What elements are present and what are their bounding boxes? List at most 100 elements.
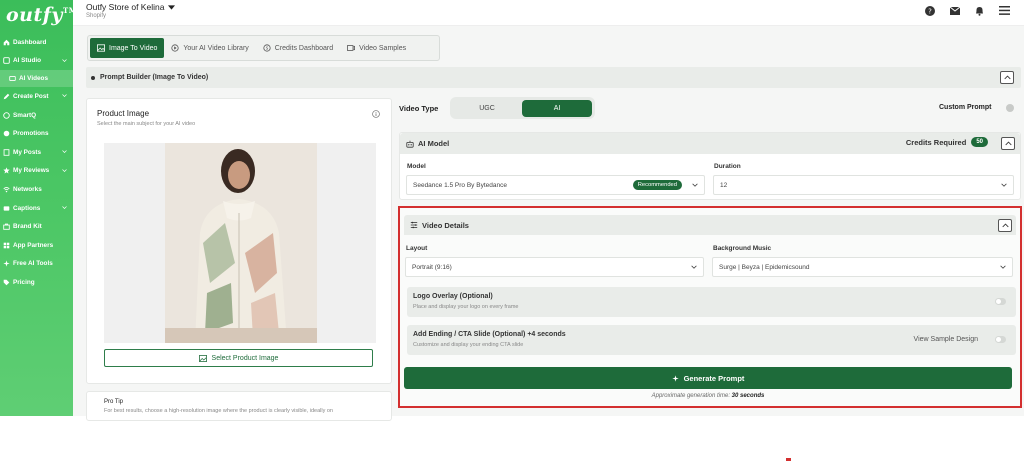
chevron-down-icon <box>62 58 67 62</box>
pro-tip-text: For best results, choose a high-resoluti… <box>104 408 333 414</box>
sidebar-item-brand-kit[interactable]: Brand Kit <box>0 217 73 236</box>
sidebar-item-label: AI Videos <box>19 75 49 83</box>
annotation-mark <box>786 458 791 461</box>
tab-video-samples[interactable]: Video Samples <box>340 38 413 58</box>
sidebar-item-create-post[interactable]: Create Post <box>0 87 73 106</box>
pencil-icon <box>3 93 10 100</box>
ai-model-header: AI Model Credits Required 50 <box>400 133 1020 154</box>
partners-icon <box>3 242 10 249</box>
logo-overlay-title: Logo Overlay (Optional) <box>413 293 493 300</box>
model-jacket-image <box>165 143 317 343</box>
svg-text:$: $ <box>266 46 269 51</box>
star-icon <box>3 167 10 174</box>
ending-cta-title: Add Ending / CTA Slide (Optional) +4 sec… <box>413 331 566 338</box>
sparkle-icon <box>671 374 679 382</box>
sidebar-item-ai-videos[interactable]: AI Videos <box>0 70 73 88</box>
video-icon <box>9 75 16 82</box>
layout-label: Layout <box>406 245 428 252</box>
chevron-down-icon <box>62 168 67 172</box>
topbar-icons: ? <box>924 5 1010 16</box>
duration-select[interactable]: 12 <box>713 175 1014 195</box>
tab-image-to-video[interactable]: Image To Video <box>90 38 165 58</box>
chevron-down-icon <box>1001 183 1007 187</box>
chevron-down-icon <box>62 206 67 209</box>
sidebar-item-label: Create Post <box>13 92 49 100</box>
sidebar-item-label: Captions <box>13 204 41 212</box>
sidebar-item-label: AI Studio <box>13 57 42 65</box>
chevron-down-icon <box>692 183 698 187</box>
pro-tip-card: Pro Tip For best results, choose a high-… <box>86 391 392 421</box>
sidebar-nav: Dashboard AI Studio AI Videos Create Pos… <box>0 33 73 292</box>
sidebar-item-promotions[interactable]: Promotions <box>0 124 73 143</box>
sidebar-item-networks[interactable]: Networks <box>0 180 73 199</box>
logo-overlay-toggle[interactable] <box>995 298 1006 305</box>
sidebar-item-free-ai-tools[interactable]: Free AI Tools <box>0 255 73 274</box>
tab-credits-dashboard[interactable]: $ Credits Dashboard <box>256 38 340 58</box>
captions-icon <box>3 205 10 212</box>
home-icon <box>3 39 10 46</box>
video-type-ugc-option[interactable]: UGC <box>452 100 522 117</box>
sidebar-item-smartq[interactable]: SmartQ <box>0 106 73 125</box>
background-music-value: Surge | Beyza | Epidemicsound <box>719 263 810 271</box>
model-select[interactable]: Seedance 1.5 Pro By Bytedance Recommende… <box>406 175 705 195</box>
sidebar-item-pricing[interactable]: Pricing <box>0 273 73 292</box>
credits-required: Credits Required 50 <box>906 137 988 147</box>
sidebar-item-label: Networks <box>13 185 42 193</box>
credits-label: Credits Required <box>905 137 967 147</box>
video-details-highlight: Video Details Layout Portrait (9:16) Bac… <box>398 206 1022 408</box>
sidebar-item-my-posts[interactable]: My Posts <box>0 143 73 162</box>
background-music-select[interactable]: Surge | Beyza | Epidemicsound <box>712 257 1013 277</box>
sidebar-item-label: Dashboard <box>13 38 47 46</box>
bell-icon[interactable] <box>974 5 985 16</box>
select-product-image-button[interactable]: Select Product Image <box>104 349 373 367</box>
topbar: Outfy Store of Kelina Shopify ? <box>73 0 1024 26</box>
outfy-logo[interactable]: outfyTM <box>6 4 77 26</box>
tab-video-library[interactable]: Your AI Video Library <box>164 38 255 58</box>
sidebar-item-captions[interactable]: Captions <box>0 199 73 218</box>
ai-model-collapse-button[interactable] <box>1001 137 1015 150</box>
sidebar-item-label: Free AI Tools <box>13 260 53 268</box>
logo-overlay-row: Logo Overlay (Optional) Place and displa… <box>407 287 1016 317</box>
model-label: Model <box>407 163 426 170</box>
recommended-badge: Recommended <box>632 180 682 190</box>
generate-prompt-button[interactable]: Generate Prompt <box>404 367 1012 389</box>
mail-icon[interactable] <box>949 5 960 16</box>
caret-down-icon <box>168 4 176 10</box>
ai-model-title: AI Model <box>418 139 450 148</box>
menu-icon[interactable] <box>999 5 1010 16</box>
tab-bar: Image To Video Your AI Video Library $ C… <box>87 35 440 61</box>
help-icon[interactable]: ? <box>924 5 935 16</box>
duration-label: Duration <box>714 163 741 170</box>
product-photo <box>165 143 317 343</box>
tag-icon <box>3 279 10 286</box>
layout-value: Portrait (9:16) <box>412 263 452 271</box>
store-name: Outfy Store of Kelina <box>86 2 165 12</box>
sidebar-item-ai-studio[interactable]: AI Studio <box>0 52 73 71</box>
chevron-down-icon <box>691 265 697 269</box>
prompt-builder-header: Prompt Builder (Image To Video) <box>86 67 1021 88</box>
logo-overlay-subtitle: Place and display your logo on every fra… <box>413 304 519 310</box>
video-details-collapse-button[interactable] <box>998 219 1012 232</box>
duration-value: 12 <box>720 181 728 189</box>
chevron-up-icon <box>1001 223 1009 228</box>
store-switcher[interactable]: Outfy Store of Kelina <box>86 2 176 12</box>
bullet-icon <box>91 75 95 80</box>
layout-select[interactable]: Portrait (9:16) <box>405 257 704 277</box>
product-image-preview <box>104 143 376 343</box>
image-icon <box>198 354 207 362</box>
sidebar-item-app-partners[interactable]: App Partners <box>0 236 73 255</box>
custom-prompt-label: Custom Prompt <box>939 104 992 111</box>
view-sample-design-link[interactable]: View Sample Design <box>914 336 978 343</box>
chevron-down-icon <box>62 150 67 153</box>
video-type-ai-option[interactable]: AI <box>522 99 592 117</box>
ending-cta-toggle[interactable] <box>995 336 1006 343</box>
prompt-builder-collapse-button[interactable] <box>1000 71 1014 84</box>
pro-tip-title: Pro Tip <box>104 399 124 405</box>
ai-icon <box>3 57 10 65</box>
custom-prompt-toggle[interactable] <box>1006 104 1014 112</box>
info-icon[interactable] <box>372 110 380 118</box>
sidebar-item-my-reviews[interactable]: My Reviews <box>0 162 73 181</box>
sidebar-item-dashboard[interactable]: Dashboard <box>0 33 73 52</box>
image-icon <box>97 44 105 52</box>
brand-kit-icon <box>3 223 10 230</box>
